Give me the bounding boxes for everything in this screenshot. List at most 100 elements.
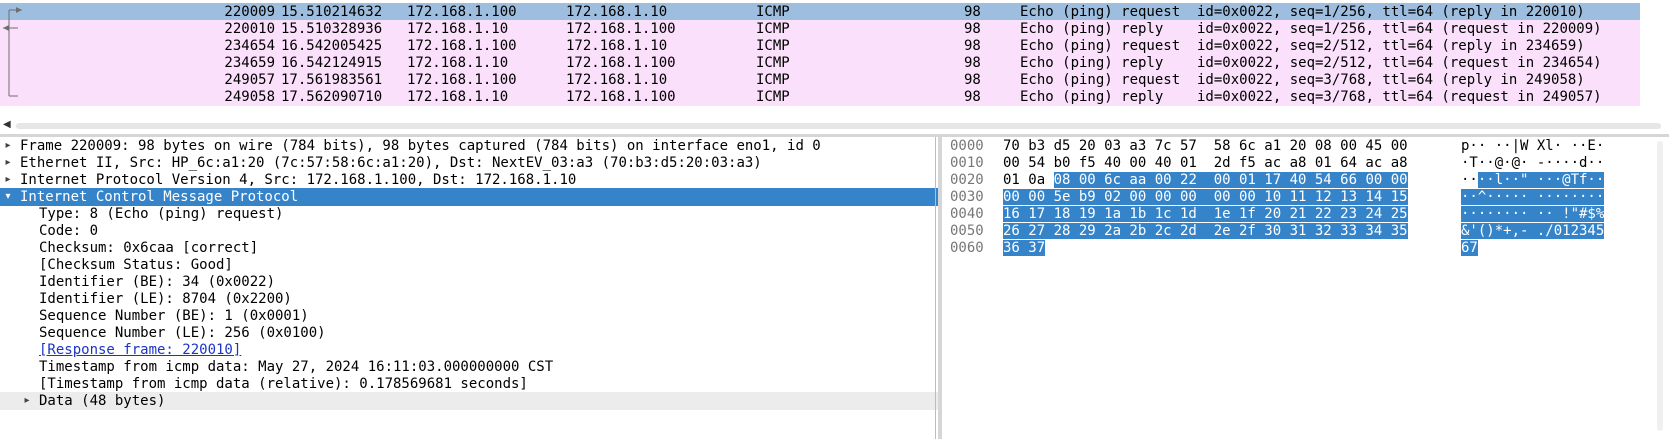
tree-item-label: Identifier (LE): 8704 (0x2200): [39, 291, 292, 307]
packet-dst-cell: 172.168.1.100: [566, 21, 676, 37]
bytes-hex[interactable]: 36 37: [1003, 239, 1046, 257]
expand-triangle-right-icon[interactable]: ▸: [21, 392, 33, 410]
bytes-hex-highlight: 00 00 5e b9 02 00 00 00 00 00 10 11 12 1…: [1003, 189, 1408, 205]
packet-no-cell: 234654: [224, 38, 275, 54]
tree-item[interactable]: Checksum: 0x6caa [correct]: [0, 239, 938, 257]
packet-row[interactable]: 249057 17.561983561 172.168.1.100 172.168.1…: [0, 71, 1640, 89]
bytes-offset: 0060: [950, 240, 984, 256]
bytes-hex[interactable]: 00 54 b0 f5 40 00 40 01 2d f5 ac a8 01 6…: [1003, 154, 1408, 172]
packet-src-cell: 172.168.1.100: [407, 72, 517, 88]
bytes-row: 0060 36 37 67: [942, 239, 1669, 257]
tree-item[interactable]: Identifier (BE): 34 (0x0022): [0, 273, 938, 291]
bytes-hex[interactable]: 16 17 18 19 1a 1b 1c 1d 1e 1f 20 21 22 2…: [1003, 205, 1408, 223]
packet-info-cell: Echo (ping) reply id=0x0022, seq=3/768, …: [1020, 89, 1602, 105]
packet-info-cell: Echo (ping) reply id=0x0022, seq=2/512, …: [1020, 55, 1602, 71]
tree-item-label: Identifier (BE): 34 (0x0022): [39, 274, 276, 290]
tree-item[interactable]: ▸ Internet Protocol Version 4, Src: 172.1…: [0, 171, 938, 189]
bytes-hex[interactable]: 70 b3 d5 20 03 a3 7c 57 58 6c a1 20 08 0…: [1003, 137, 1408, 155]
expand-triangle-right-icon[interactable]: ▸: [2, 137, 14, 155]
response-frame-link[interactable]: [Response frame: 220010]: [39, 341, 241, 359]
packet-info-cell: Echo (ping) reply id=0x0022, seq=1/256, …: [1020, 21, 1602, 37]
packet-details-tree[interactable]: ▸ Frame 220009: 98 bytes on wire (784 bit…: [0, 137, 938, 439]
packet-time-cell: 15.510214632: [281, 4, 383, 20]
tree-item[interactable]: [Response frame: 220010]: [0, 341, 938, 359]
packet-src-cell: 172.168.1.10: [407, 55, 509, 71]
bytes-hex[interactable]: 26 27 28 29 2a 2b 2c 2d 2e 2f 30 31 32 3…: [1003, 222, 1408, 240]
bytes-hex-highlight: 36 37: [1003, 240, 1046, 256]
tree-item-label: Checksum: 0x6caa [correct]: [39, 240, 259, 256]
tree-item-label: Ethernet II, Src: HP_6c:a1:20 (7c:57:58:…: [20, 155, 762, 171]
bytes-ascii[interactable]: ········ ·· !"#$%: [1461, 205, 1605, 223]
packet-row[interactable]: 220010 15.510328936 172.168.1.10 172.168.1.…: [0, 20, 1640, 38]
packet-proto-cell: ICMP: [756, 38, 790, 54]
scroll-left-icon[interactable]: ◀: [3, 119, 11, 130]
packet-src-cell: 172.168.1.100: [407, 38, 517, 54]
bytes-offset: 0010: [950, 155, 984, 171]
bytes-row: 0030 00 00 5e b9 02 00 00 00 00 00 10 11 …: [942, 188, 1669, 206]
bytes-ascii[interactable]: ··^····· ········: [1461, 188, 1605, 206]
bytes-hex[interactable]: 01 0a 08 00 6c aa 00 22 00 01 17 40 54 6…: [1003, 171, 1408, 189]
packet-len-cell: 98: [964, 21, 981, 37]
bytes-row: 0040 16 17 18 19 1a 1b 1c 1d 1e 1f 20 21 …: [942, 205, 1669, 223]
bytes-row: 0010 00 54 b0 f5 40 00 40 01 2d f5 ac a8 …: [942, 154, 1669, 172]
tree-item[interactable]: ▸ Ethernet II, Src: HP_6c:a1:20 (7c:57:58…: [0, 154, 938, 172]
bytes-row: 0000 70 b3 d5 20 03 a3 7c 57 58 6c a1 20 …: [942, 137, 1669, 155]
packet-row[interactable]: 234654 16.542005425 172.168.1.100 172.168.1…: [0, 37, 1640, 55]
bytes-ascii[interactable]: &'()*+,- ./012345: [1461, 222, 1605, 240]
tree-item-label: [Checksum Status: Good]: [39, 257, 233, 273]
tree-item[interactable]: ▾ Internet Control Message Protocol: [0, 188, 938, 206]
expand-triangle-down-icon[interactable]: ▾: [2, 188, 14, 206]
bytes-ascii[interactable]: ····l··" ···@Tf··: [1461, 171, 1605, 189]
packet-time-cell: 17.561983561: [281, 72, 383, 88]
bytes-row: 0050 26 27 28 29 2a 2b 2c 2d 2e 2f 30 31 …: [942, 222, 1669, 240]
tree-item[interactable]: Code: 0: [0, 222, 938, 240]
bytes-ascii[interactable]: ·T··@·@· -····d··: [1461, 154, 1604, 172]
packet-src-cell: 172.168.1.100: [407, 4, 517, 20]
tree-item-label: Frame 220009: 98 bytes on wire (784 bits…: [20, 138, 821, 154]
packet-proto-cell: ICMP: [756, 89, 790, 105]
packet-row[interactable]: 234659 16.542124915 172.168.1.10 172.168.1.…: [0, 54, 1640, 72]
tree-item[interactable]: [Timestamp from icmp data (relative): 0.…: [0, 375, 938, 393]
packet-dst-cell: 172.168.1.10: [566, 4, 668, 20]
pane-border: [935, 137, 936, 439]
tree-item[interactable]: Sequence Number (BE): 1 (0x0001): [0, 307, 938, 325]
tree-item[interactable]: ▸ Frame 220009: 98 bytes on wire (784 bit…: [0, 137, 938, 155]
bytes-ascii[interactable]: p·· ··|W Xl· ··E·: [1461, 137, 1604, 155]
expand-triangle-right-icon[interactable]: ▸: [2, 171, 14, 189]
packet-list-hscrollbar[interactable]: ◀: [0, 118, 1669, 133]
bytes-hex[interactable]: 00 00 5e b9 02 00 00 00 00 00 10 11 12 1…: [1003, 188, 1408, 206]
packet-src-cell: 172.168.1.10: [407, 89, 509, 105]
packet-time-cell: 16.542005425: [281, 38, 383, 54]
tree-item[interactable]: [Checksum Status: Good]: [0, 256, 938, 274]
tree-item[interactable]: Type: 8 (Echo (ping) request): [0, 205, 938, 223]
packet-dst-cell: 172.168.1.10: [566, 38, 668, 54]
bytes-offset: 0050: [950, 223, 984, 239]
packet-bytes-pane[interactable]: 0000 70 b3 d5 20 03 a3 7c 57 58 6c a1 20 …: [942, 137, 1669, 439]
expand-triangle-right-icon[interactable]: ▸: [2, 154, 14, 172]
bytes-ascii[interactable]: 67: [1461, 239, 1478, 257]
bytes-ascii-plain: ··: [1461, 172, 1478, 188]
packet-proto-cell: ICMP: [756, 21, 790, 37]
packet-list[interactable]: 220009 15.510214632 172.168.1.100 172.168.1…: [0, 0, 1669, 112]
tree-item[interactable]: ▸ Data (48 bytes): [0, 392, 938, 410]
bytes-ascii-highlight: ··^····· ········: [1461, 189, 1605, 205]
bytes-hex-highlight: 26 27 28 29 2a 2b 2c 2d 2e 2f 30 31 32 3…: [1003, 223, 1408, 239]
packet-no-cell: 249057: [224, 72, 275, 88]
tree-item-label: Internet Protocol Version 4, Src: 172.16…: [20, 172, 577, 188]
related-packet-lines-icon: [3, 7, 22, 97]
tree-item-label: Sequence Number (BE): 1 (0x0001): [39, 308, 309, 324]
packet-info-cell: Echo (ping) request id=0x0022, seq=1/256…: [1020, 4, 1585, 20]
bytes-offset: 0000: [950, 138, 984, 154]
bytes-hex-plain: 00 54 b0 f5 40 00 40 01 2d f5 ac a8 01 6…: [1003, 155, 1408, 171]
bytes-ascii-highlight: 67: [1461, 240, 1478, 256]
packet-row[interactable]: 249058 17.562090710 172.168.1.10 172.168.1.…: [0, 88, 1640, 106]
tree-item[interactable]: Timestamp from icmp data: May 27, 2024 1…: [0, 358, 938, 376]
tree-item[interactable]: Sequence Number (LE): 256 (0x0100): [0, 324, 938, 342]
scrollbar-track[interactable]: [16, 123, 1661, 129]
packet-len-cell: 98: [964, 4, 981, 20]
packet-info-cell: Echo (ping) request id=0x0022, seq=3/768…: [1020, 72, 1585, 88]
packet-no-cell: 220010: [224, 21, 275, 37]
packet-no-cell: 249058: [224, 89, 275, 105]
packet-row-selected[interactable]: 220009 15.510214632 172.168.1.100 172.168.1…: [0, 3, 1640, 21]
tree-item[interactable]: Identifier (LE): 8704 (0x2200): [0, 290, 938, 308]
